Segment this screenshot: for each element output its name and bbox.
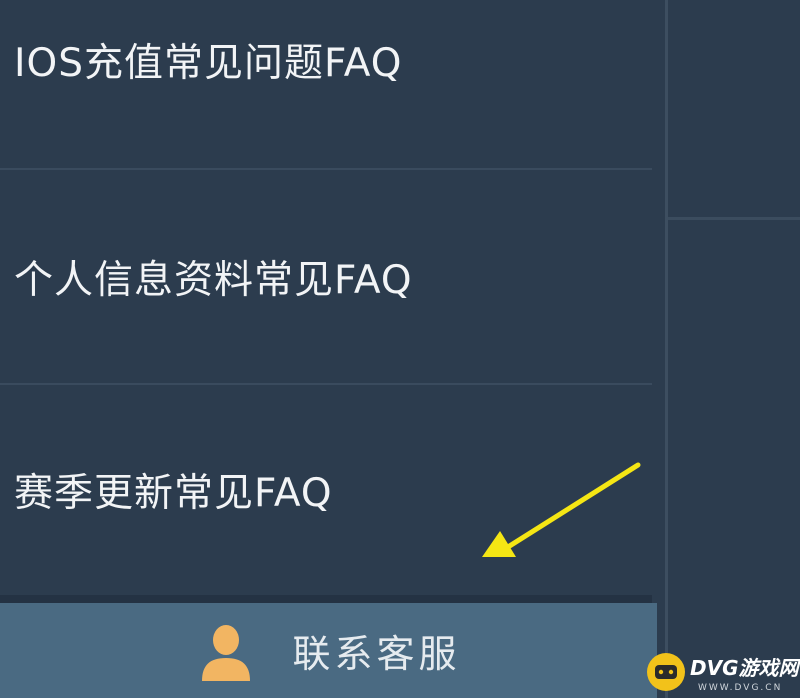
faq-item-label: IOS充值常见问题FAQ [14,41,403,86]
faq-item-label: 个人信息资料常见FAQ [14,257,413,303]
faq-item-personal-info[interactable]: 个人信息资料常见FAQ [0,170,652,383]
faq-panel: IOS充值常见问题FAQ 个人信息资料常见FAQ 赛季更新常见FAQ 联系客服 [0,0,665,698]
user-icon [202,624,251,681]
right-panel-divider [668,217,800,220]
faq-item-season-update[interactable]: 赛季更新常见FAQ [0,385,652,595]
faq-screen: IOS充值常见问题FAQ 个人信息资料常见FAQ 赛季更新常见FAQ 联系客服 [0,0,800,698]
faq-item-label: 赛季更新常见FAQ [14,471,333,516]
faq-item-ios-recharge[interactable]: IOS充值常见问题FAQ [0,0,652,168]
contact-support-button[interactable]: 联系客服 [0,603,657,698]
right-panel [668,0,800,698]
divider [0,595,652,603]
contact-support-label: 联系客服 [292,632,461,676]
